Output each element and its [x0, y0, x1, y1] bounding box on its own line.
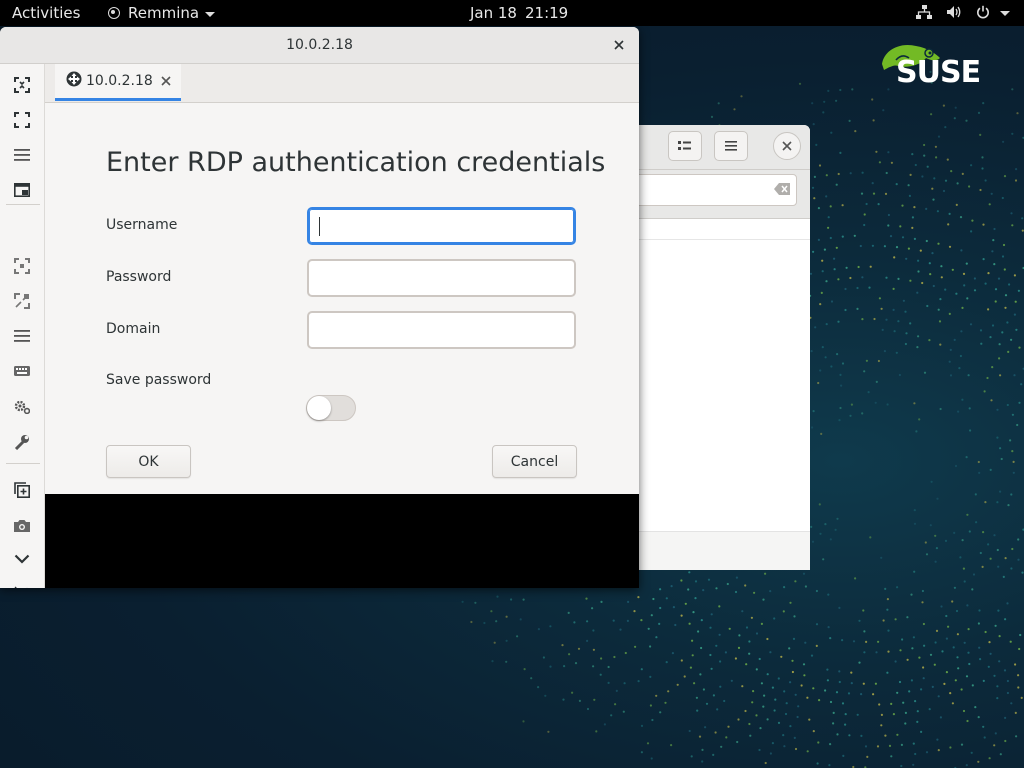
minimize-icon — [14, 554, 30, 564]
list-view-button[interactable] — [668, 131, 702, 161]
remote-display-area[interactable] — [45, 494, 639, 588]
volume-icon — [946, 5, 962, 19]
clock-date: Jan 18 — [470, 4, 517, 22]
clock[interactable]: Jan 18 21:19 — [470, 4, 576, 22]
domain-field[interactable] — [307, 311, 576, 349]
ok-button[interactable]: OK — [106, 445, 191, 478]
background-search-row — [612, 170, 810, 219]
system-tray[interactable] — [902, 5, 1010, 19]
domain-label: Domain — [106, 321, 160, 337]
clock-time: 21:19 — [525, 4, 568, 22]
background-list-row — [612, 219, 810, 240]
window-titlebar[interactable]: 10.0.2.18 — [0, 27, 639, 64]
menu-icon — [725, 141, 737, 151]
remmina-toolbar — [0, 64, 45, 588]
toolbar-keyboard-button[interactable] — [11, 360, 33, 382]
toolbar-screenshot-button[interactable] — [11, 514, 33, 536]
hamburger-menu-button[interactable] — [714, 131, 748, 161]
duplicate-icon — [14, 482, 30, 498]
toolbar-quality-button[interactable] — [11, 325, 33, 347]
tab-close-icon[interactable] — [161, 72, 171, 90]
tab-label: 10.0.2.18 — [86, 73, 153, 89]
text-cursor — [319, 217, 320, 236]
toolbar-disconnect-button[interactable] — [11, 583, 33, 588]
tools-icon — [14, 434, 30, 450]
app-menu-label: Remmina — [128, 4, 199, 22]
toolbar-minimize-button[interactable] — [11, 548, 33, 570]
preferences-icon — [14, 400, 30, 414]
screenshot-icon — [14, 519, 30, 532]
power-icon — [976, 5, 990, 19]
chevron-down-icon — [1000, 11, 1010, 16]
keyboard-icon — [14, 366, 30, 376]
toolbar-menu-button[interactable] — [11, 144, 33, 166]
toolbar-fullscreen-button[interactable] — [11, 109, 33, 131]
scale-icon — [14, 258, 30, 274]
suse-logo-text: SUSE — [896, 55, 980, 90]
activities-button[interactable]: Activities — [12, 4, 80, 22]
chevron-down-icon — [205, 12, 215, 17]
multi-monitor-icon — [14, 183, 30, 197]
network-icon — [916, 5, 932, 19]
fit-window-icon — [14, 77, 30, 93]
toolbar-preferences-button[interactable] — [11, 396, 33, 418]
password-label: Password — [106, 269, 171, 285]
close-icon — [614, 40, 624, 50]
toolbar-duplicate-button[interactable] — [11, 479, 33, 501]
app-menu[interactable]: Remmina — [108, 4, 215, 22]
toolbar-fit-window-button[interactable] — [11, 74, 33, 96]
rdp-connection-icon — [66, 71, 82, 91]
background-window-close-button[interactable] — [773, 132, 801, 160]
toolbar-separator — [6, 463, 40, 464]
background-search-input[interactable] — [612, 174, 797, 206]
tab-bar: 10.0.2.18 — [45, 64, 639, 103]
save-password-toggle[interactable] — [306, 395, 356, 421]
toolbar-tools-button[interactable] — [11, 431, 33, 453]
tab-connection[interactable]: 10.0.2.18 — [55, 64, 181, 101]
clear-search-icon[interactable] — [774, 183, 790, 199]
username-field[interactable] — [307, 207, 576, 245]
close-icon — [782, 141, 792, 151]
menu-lines-icon — [14, 148, 30, 162]
window-close-button[interactable] — [609, 27, 629, 63]
toolbar-multi-monitor-button[interactable] — [11, 179, 33, 201]
dialog-heading: Enter RDP authentication credentials — [106, 147, 605, 178]
window-title: 10.0.2.18 — [286, 37, 353, 53]
save-password-label: Save password — [106, 372, 211, 388]
list-view-icon — [678, 140, 692, 152]
disconnect-icon — [14, 586, 30, 588]
toggle-knob — [307, 396, 331, 420]
auth-dialog: Enter RDP authentication credentials Use… — [45, 103, 639, 494]
quality-menu-icon — [14, 329, 30, 343]
toolbar-scale-button[interactable] — [11, 255, 33, 277]
password-field[interactable] — [307, 259, 576, 297]
cancel-button[interactable]: Cancel — [492, 445, 577, 478]
username-label: Username — [106, 217, 177, 233]
remmina-icon — [108, 7, 120, 19]
dynamic-resolution-icon — [14, 293, 30, 309]
background-window-footer — [612, 531, 810, 570]
top-bar: Activities Remmina Jan 18 21:19 — [0, 0, 1024, 26]
fullscreen-icon — [14, 112, 30, 128]
background-window-header — [612, 125, 810, 170]
toolbar-separator — [6, 204, 40, 205]
suse-logo: SUSE — [876, 38, 988, 90]
toolbar-dynamic-resolution-button[interactable] — [11, 290, 33, 312]
background-window[interactable] — [612, 125, 810, 570]
remmina-window: 10.0.2.18 10.0.2.18 Enter RDP authentica… — [0, 27, 639, 588]
